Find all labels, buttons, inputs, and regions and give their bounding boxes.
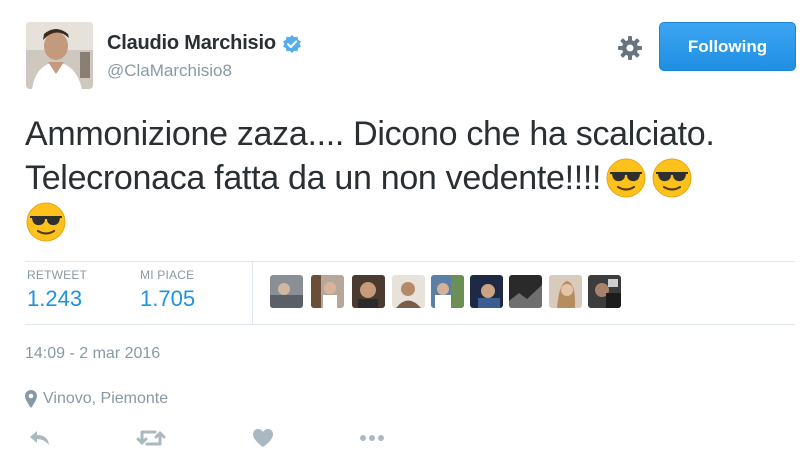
liker-avatar[interactable]: [509, 275, 542, 308]
location-label[interactable]: Vinovo, Piemonte: [43, 390, 168, 408]
liker-avatar[interactable]: [588, 275, 621, 308]
tweet-line-1: Ammonizione zaza.... Dicono che ha scalc…: [25, 115, 715, 153]
following-button[interactable]: Following: [659, 22, 796, 71]
user-handle[interactable]: @ClaMarchisio8: [107, 61, 302, 81]
liker-avatar[interactable]: [311, 275, 344, 308]
user-info: Claudio Marchisio @ClaMarchisio8: [107, 32, 302, 81]
like-stat[interactable]: MI PIACE 1.705: [140, 268, 195, 312]
like-label: MI PIACE: [140, 268, 195, 282]
tweet-line-2: Telecronaca fatta da un non vedente!!!!: [25, 159, 602, 197]
location-pin-icon: [25, 390, 37, 408]
tweet-line-2-container: Telecronaca fatta da un non vedente!!!!: [25, 156, 795, 200]
tweet-card: Claudio Marchisio @ClaMarchisio8 Followi…: [0, 0, 810, 456]
liker-avatar[interactable]: [470, 275, 503, 308]
tweet-stats: RETWEET 1.243 MI PIACE 1.705: [25, 262, 795, 324]
stat-divider: [252, 262, 253, 324]
tweet-line-3: [25, 200, 795, 244]
retweet-label: RETWEET: [27, 268, 88, 282]
sunglasses-emoji-icon: [651, 157, 693, 199]
tweet-timestamp[interactable]: 14:09 - 2 mar 2016: [25, 345, 160, 363]
gear-icon[interactable]: [617, 35, 643, 61]
tweet-actions: [25, 424, 425, 452]
retweet-count[interactable]: 1.243: [27, 286, 87, 312]
liker-avatar[interactable]: [270, 275, 303, 308]
tweet-location[interactable]: Vinovo, Piemonte: [25, 390, 168, 408]
like-count[interactable]: 1.705: [140, 286, 195, 312]
reply-icon[interactable]: [28, 426, 52, 450]
sunglasses-emoji-icon: [605, 157, 647, 199]
display-name[interactable]: Claudio Marchisio: [107, 32, 276, 55]
avatar[interactable]: [26, 22, 93, 89]
retweet-stat[interactable]: RETWEET 1.243: [27, 268, 87, 312]
tweet-text: Ammonizione zaza.... Dicono che ha scalc…: [25, 112, 795, 244]
divider: [25, 324, 795, 325]
like-icon[interactable]: [251, 426, 275, 450]
liker-avatar[interactable]: [549, 275, 582, 308]
retweet-icon[interactable]: [136, 426, 166, 450]
liker-avatar[interactable]: [352, 275, 385, 308]
verified-badge-icon: [282, 34, 302, 54]
liker-avatar[interactable]: [431, 275, 464, 308]
sunglasses-emoji-icon: [25, 201, 67, 243]
liker-avatar[interactable]: [392, 275, 425, 308]
more-icon[interactable]: [358, 426, 386, 450]
